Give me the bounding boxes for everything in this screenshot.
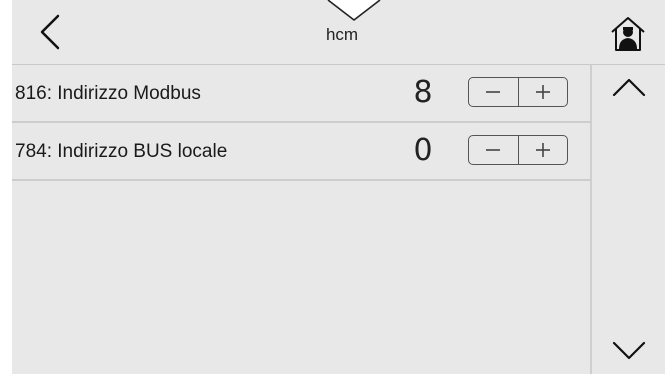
increment-button[interactable] xyxy=(519,136,568,164)
screen: hcm 816: Indirizzo Modbus 8 784: Indiriz… xyxy=(0,0,665,374)
scroll-sidebar xyxy=(590,65,665,374)
minus-icon xyxy=(486,91,501,93)
parameter-value: 0 xyxy=(413,133,433,168)
value-stepper xyxy=(468,135,568,165)
home-button[interactable] xyxy=(608,14,648,54)
chevron-up-icon xyxy=(612,78,646,97)
back-button[interactable] xyxy=(32,12,72,52)
scroll-up-button[interactable] xyxy=(610,71,648,101)
decrement-button[interactable] xyxy=(469,78,519,106)
plus-icon xyxy=(535,143,550,157)
parameter-label: 784: Indirizzo BUS locale xyxy=(15,141,228,162)
parameter-list: 816: Indirizzo Modbus 8 784: Indirizzo B… xyxy=(12,65,590,374)
chevron-down-icon xyxy=(612,341,646,360)
increment-button[interactable] xyxy=(519,78,568,106)
menu-toggle-button[interactable] xyxy=(326,0,382,22)
parameter-row-local-bus-address: 784: Indirizzo BUS locale 0 xyxy=(12,123,590,181)
plus-icon xyxy=(535,85,550,99)
chevron-down-icon xyxy=(327,0,381,21)
decrement-button[interactable] xyxy=(469,136,519,164)
page-title: hcm xyxy=(325,25,359,44)
parameter-row-modbus-address: 816: Indirizzo Modbus 8 xyxy=(12,65,590,123)
value-stepper xyxy=(468,77,568,107)
left-margin xyxy=(0,0,12,374)
chevron-left-icon xyxy=(40,14,60,50)
minus-icon xyxy=(486,149,501,151)
home-user-icon xyxy=(611,17,645,51)
parameter-value: 8 xyxy=(413,75,433,110)
scroll-down-button[interactable] xyxy=(610,335,648,365)
parameter-label: 816: Indirizzo Modbus xyxy=(15,83,201,104)
